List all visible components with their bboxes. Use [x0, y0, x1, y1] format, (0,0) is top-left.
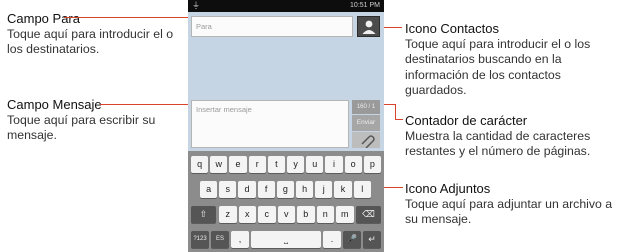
status-time: 10:51 PM [350, 2, 380, 9]
callout-line-contador-h [395, 119, 403, 120]
key-x[interactable]: x [238, 206, 256, 223]
key-y[interactable]: y [287, 156, 305, 173]
key-c[interactable]: c [258, 206, 276, 223]
period-key[interactable]: . [323, 231, 341, 248]
enter-key[interactable]: ↵ [363, 231, 381, 248]
key-s[interactable]: s [219, 181, 237, 198]
key-i[interactable]: i [325, 156, 343, 173]
callout-description: Toque aquí para escribir su mensaje. [7, 112, 156, 143]
key-g[interactable]: g [276, 181, 294, 198]
microphone-key[interactable]: 🎤 [343, 231, 361, 248]
key-d[interactable]: d [238, 181, 256, 198]
key-j[interactable]: j [315, 181, 333, 198]
send-button[interactable]: Enviar [352, 115, 380, 131]
key-a[interactable]: a [200, 181, 218, 198]
status-bar: ⏚ 10:51 PM [188, 0, 384, 12]
phone-screen: ⏚ 10:51 PM Para Insertar mensaje 160 / 1… [188, 0, 384, 252]
key-u[interactable]: u [306, 156, 324, 173]
callout-line-contador-v [395, 104, 396, 120]
shift-key[interactable]: ⇧ [191, 206, 216, 223]
attach-button[interactable] [352, 132, 380, 149]
key-k[interactable]: k [334, 181, 352, 198]
callout-title: Icono Contactos [405, 21, 499, 36]
key-r[interactable]: r [248, 156, 266, 173]
key-f[interactable]: f [257, 181, 275, 198]
contact-person-icon [362, 20, 376, 34]
key-t[interactable]: t [267, 156, 285, 173]
callout-title: Icono Adjuntos [405, 181, 491, 196]
key-n[interactable]: n [316, 206, 334, 223]
language-key[interactable]: ES [211, 231, 229, 248]
comma-key[interactable]: , [231, 231, 249, 248]
character-counter: 160 / 1 [352, 100, 380, 114]
callout-line-para [64, 17, 192, 18]
contacts-button[interactable] [357, 16, 380, 37]
callout-title: Campo Para [7, 11, 80, 26]
key-e[interactable]: e [229, 156, 247, 173]
callout-description: Toque aquí para introducir el o los dest… [405, 36, 591, 98]
callout-description: Toque aquí para introducir el o los dest… [7, 26, 174, 57]
key-v[interactable]: v [277, 206, 295, 223]
message-field[interactable]: Insertar mensaje [191, 100, 349, 148]
callout-description: Toque aquí para adjuntar un archivo a su… [405, 196, 613, 227]
key-b[interactable]: b [297, 206, 315, 223]
callout-line-mensaje [100, 104, 192, 105]
space-key[interactable]: ⎵ [251, 231, 321, 248]
backspace-key[interactable]: ⌫ [356, 206, 381, 223]
keyboard: ⇧ ⌫ ?123 ES , ⎵ . 🎤 ↵ qwertyuiop asdfghjk… [188, 151, 384, 252]
to-field[interactable]: Para [191, 16, 353, 37]
sym-key[interactable]: ?123 [191, 231, 209, 248]
usb-icon: ⏚ [192, 1, 200, 10]
key-z[interactable]: z [219, 206, 237, 223]
callout-description: Muestra la cantidad de caracteres restan… [405, 128, 591, 159]
key-h[interactable]: h [296, 181, 314, 198]
key-o[interactable]: o [344, 156, 362, 173]
callout-icono-contactos: Icono Contactos Toque aquí para introduc… [405, 21, 625, 99]
key-q[interactable]: q [191, 156, 209, 173]
key-m[interactable]: m [336, 206, 354, 223]
key-p[interactable]: p [363, 156, 381, 173]
key-w[interactable]: w [210, 156, 228, 173]
callout-title: Contador de carácter [405, 113, 528, 128]
paperclip-icon [361, 135, 375, 149]
key-l[interactable]: l [353, 181, 371, 198]
callout-icono-adjuntos: Icono Adjuntos Toque aquí para adjuntar … [405, 181, 625, 228]
callout-contador: Contador de carácter Muestra la cantidad… [405, 113, 625, 160]
